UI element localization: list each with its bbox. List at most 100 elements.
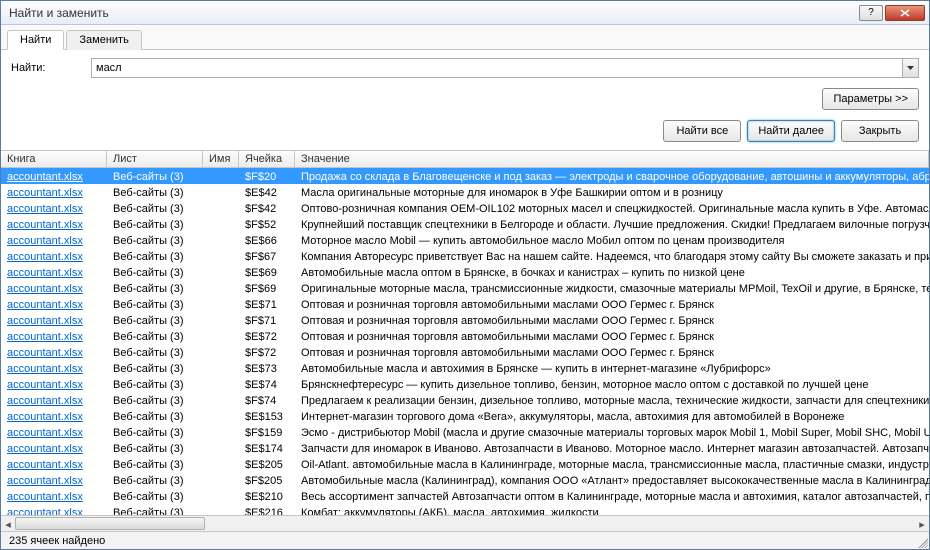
book-link[interactable]: accountant.xlsx: [7, 427, 83, 439]
book-link[interactable]: accountant.xlsx: [7, 219, 83, 231]
table-row[interactable]: accountant.xlsxВеб-сайты (3)$F$72Оптовая…: [1, 344, 929, 360]
cell-ref: $E$71: [239, 296, 295, 312]
cell-name: [203, 248, 239, 264]
book-link[interactable]: accountant.xlsx: [7, 443, 83, 455]
table-row[interactable]: accountant.xlsxВеб-сайты (3)$F$20Продажа…: [1, 168, 929, 184]
cell-name: [203, 392, 239, 408]
col-header-name[interactable]: Имя: [203, 151, 239, 167]
book-link[interactable]: accountant.xlsx: [7, 363, 83, 375]
cell-value: Автомобильные масла (Калининград), компа…: [295, 472, 929, 488]
book-link[interactable]: accountant.xlsx: [7, 331, 83, 343]
book-link[interactable]: accountant.xlsx: [7, 507, 83, 515]
resize-grip[interactable]: [916, 536, 928, 548]
help-button[interactable]: ?: [859, 5, 883, 21]
cell-name: [203, 504, 239, 515]
table-row[interactable]: accountant.xlsxВеб-сайты (3)$E$216Комбат…: [1, 504, 929, 515]
scroll-right-arrow[interactable]: ▸: [915, 516, 929, 531]
cell-ref: $F$205: [239, 472, 295, 488]
cell-value: Весь ассортимент запчастей Автозапчасти …: [295, 488, 929, 504]
close-window-button[interactable]: [885, 5, 925, 21]
find-all-button[interactable]: Найти все: [663, 120, 741, 142]
table-row[interactable]: accountant.xlsx Веб-сайты (3) $E$73Автомоб…: [1, 360, 929, 376]
table-row[interactable]: accountant.xlsxВеб-сайты (3)$F$205Автомо…: [1, 472, 929, 488]
table-row[interactable]: accountant.xlsxВеб-сайты (3)$E$66Моторно…: [1, 232, 929, 248]
close-button[interactable]: Закрыть: [841, 120, 919, 142]
options-button[interactable]: Параметры >>: [822, 88, 919, 110]
table-row[interactable]: accountant.xlsxВеб-сайты (3)$F$69Оригина…: [1, 280, 929, 296]
cell-value: Автомобильные масла и автохимия в Брянск…: [295, 360, 929, 376]
book-link[interactable]: accountant.xlsx: [7, 235, 83, 247]
table-row[interactable]: accountant.xlsxВеб-сайты (3)$E$210Весь а…: [1, 488, 929, 504]
table-row[interactable]: accountant.xlsxВеб-сайты (3)$F$159Эсмо -…: [1, 424, 929, 440]
horizontal-scrollbar[interactable]: ◂ ▸: [1, 515, 929, 531]
scroll-left-arrow[interactable]: ◂: [1, 516, 15, 531]
cell-ref: $E$73: [239, 360, 295, 376]
book-link[interactable]: accountant.xlsx: [7, 379, 83, 391]
table-row[interactable]: accountant.xlsx Веб-сайты (3) $E$71Оптовая…: [1, 296, 929, 312]
cell-sheet: Веб-сайты (3): [107, 184, 203, 200]
table-row[interactable]: accountant.xlsxВеб-сайты (3)$E$174Запчас…: [1, 440, 929, 456]
status-text: 235 ячеек найдено: [9, 535, 105, 547]
table-row[interactable]: accountant.xlsxВеб-сайты (3)$E$153Интерн…: [1, 408, 929, 424]
table-row[interactable]: accountant.xlsxВеб-сайты (3)$F$71Оптовая…: [1, 312, 929, 328]
cell-sheet: Веб-сайты (3): [107, 440, 203, 456]
book-link[interactable]: accountant.xlsx: [7, 299, 83, 311]
table-row[interactable]: accountant.xlsxВеб-сайты (3)$F$67Компани…: [1, 248, 929, 264]
cell-name: [203, 408, 239, 424]
book-link[interactable]: accountant.xlsx: [7, 395, 83, 407]
scroll-thumb[interactable]: [15, 517, 205, 530]
table-row[interactable]: accountant.xlsx Веб-сайты (3) $E$69Автомоб…: [1, 264, 929, 280]
cell-sheet: Веб-сайты (3): [107, 296, 203, 312]
window-title: Найти и заменить: [9, 6, 859, 20]
cell-name: [203, 200, 239, 216]
book-link[interactable]: accountant.xlsx: [7, 187, 83, 199]
cell-sheet: Веб-сайты (3): [107, 216, 203, 232]
cell-ref: $E$216: [239, 504, 295, 515]
find-input[interactable]: [92, 59, 902, 77]
cell-value: Автомобильные масла оптом в Брянске, в б…: [295, 264, 929, 280]
find-dropdown-button[interactable]: [902, 59, 918, 77]
table-row[interactable]: accountant.xlsxВеб-сайты (3)$F$52Крупней…: [1, 216, 929, 232]
cell-ref: $E$174: [239, 440, 295, 456]
book-link[interactable]: accountant.xlsx: [7, 475, 83, 487]
book-link[interactable]: accountant.xlsx: [7, 267, 83, 279]
table-row[interactable]: accountant.xlsxВеб-сайты (3)$F$74Предлаг…: [1, 392, 929, 408]
book-link[interactable]: accountant.xlsx: [7, 347, 83, 359]
book-link[interactable]: accountant.xlsx: [7, 171, 83, 183]
cell-ref: $E$205: [239, 456, 295, 472]
cell-ref: $E$210: [239, 488, 295, 504]
cell-name: [203, 184, 239, 200]
tab-strip: Найти Заменить: [1, 25, 929, 50]
col-header-book[interactable]: Книга: [1, 151, 107, 167]
table-row[interactable]: accountant.xlsxВеб-сайты (3)$E$74Брянскн…: [1, 376, 929, 392]
cell-ref: $E$69: [239, 264, 295, 280]
book-link[interactable]: accountant.xlsx: [7, 203, 83, 215]
cell-name: [203, 296, 239, 312]
table-row[interactable]: accountant.xlsxВеб-сайты (3)$E$42Масла о…: [1, 184, 929, 200]
grid-body[interactable]: accountant.xlsxВеб-сайты (3)$F$20Продажа…: [1, 168, 929, 515]
cell-value: Оптовая и розничная торговля автомобильн…: [295, 328, 929, 344]
table-row[interactable]: accountant.xlsxВеб-сайты (3)$E$205Oil-At…: [1, 456, 929, 472]
book-link[interactable]: accountant.xlsx: [7, 283, 83, 295]
cell-sheet: Веб-сайты (3): [107, 360, 203, 376]
col-header-sheet[interactable]: Лист: [107, 151, 203, 167]
cell-value: Оптовая и розничная торговля автомобильн…: [295, 312, 929, 328]
table-row[interactable]: accountant.xlsxВеб-сайты (3)$E$72Оптовая…: [1, 328, 929, 344]
table-row[interactable]: accountant.xlsxВеб-сайты (3)$F$42Оптово-…: [1, 200, 929, 216]
cell-value: Оптовая и розничная торговля автомобильн…: [295, 296, 929, 312]
book-link[interactable]: accountant.xlsx: [7, 459, 83, 471]
cell-ref: $F$52: [239, 216, 295, 232]
col-header-value[interactable]: Значение: [295, 151, 929, 167]
cell-sheet: Веб-сайты (3): [107, 392, 203, 408]
tab-replace[interactable]: Заменить: [66, 30, 141, 50]
book-link[interactable]: accountant.xlsx: [7, 251, 83, 263]
cell-name: [203, 376, 239, 392]
book-link[interactable]: accountant.xlsx: [7, 315, 83, 327]
cell-sheet: Веб-сайты (3): [107, 264, 203, 280]
col-header-cell[interactable]: Ячейка: [239, 151, 295, 167]
tab-find[interactable]: Найти: [7, 30, 64, 50]
book-link[interactable]: accountant.xlsx: [7, 411, 83, 423]
find-next-button[interactable]: Найти далее: [747, 120, 835, 142]
find-combo[interactable]: [91, 58, 919, 78]
book-link[interactable]: accountant.xlsx: [7, 491, 83, 503]
